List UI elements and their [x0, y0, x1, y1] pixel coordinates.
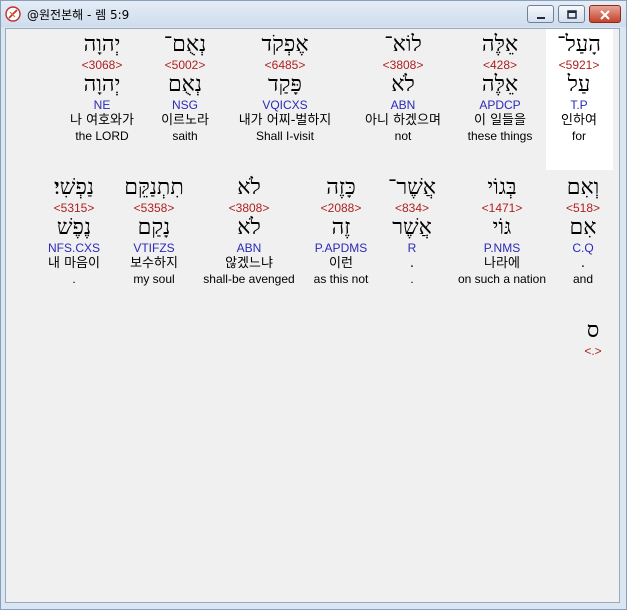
korean-gloss: 이 일들을 — [474, 113, 526, 128]
hebrew-word: לֹא — [237, 175, 261, 200]
strong-number[interactable]: <428> — [450, 58, 550, 72]
hebrew-word: אֶפְקֹד — [261, 32, 309, 57]
strong-number[interactable]: <3068> — [52, 58, 152, 72]
strong-number[interactable]: <.> — [543, 344, 627, 358]
english-gloss: as this not — [313, 272, 369, 286]
app-window: @원전본해 - 렘 5:9 הָעַל־ <5921> עַל T.P 인하여 … — [0, 0, 627, 610]
interlinear-panel[interactable]: הָעַל־ <5921> עַל T.P 인하여 for אֵלֶּה <42… — [5, 28, 620, 603]
morphology: ABN — [390, 98, 416, 112]
hebrew-word: ס — [586, 318, 600, 343]
morphology: NE — [93, 98, 111, 112]
korean-gloss: 나라에 — [484, 256, 520, 271]
korean-gloss: 나 여호와가 — [70, 113, 134, 128]
word-cell[interactable]: כָּזֶה <2088> זֶה P.APDMS 이런 as this not — [291, 175, 391, 286]
english-gloss: shall-be avenged — [203, 272, 295, 286]
close-icon — [600, 5, 610, 24]
word-cell[interactable]: אֶפְקֹד <6485> פָּקַד VQICXS 내가 어찌-벌하지 S… — [235, 32, 335, 143]
strong-number[interactable]: <3808> — [353, 58, 453, 72]
morphology: NFS.CXS — [47, 241, 100, 255]
korean-gloss: 아니 하겠으며 — [365, 113, 441, 128]
lemma: אֵלֶּה — [481, 72, 519, 97]
hebrew-word: אֵלֶּה — [481, 32, 519, 57]
english-gloss: on such a nation — [457, 272, 547, 286]
lemma: לֹא — [237, 215, 261, 240]
morphology: APDCP — [479, 98, 521, 112]
minimize-icon — [536, 5, 546, 24]
title-bar[interactable]: @원전본해 - 렘 5:9 — [1, 1, 626, 27]
english-gloss: not — [394, 129, 412, 143]
window-title: @원전본해 - 렘 5:9 — [27, 8, 130, 22]
morphology: VQICXS — [262, 98, 308, 112]
korean-gloss: 않겠느냐 — [225, 256, 273, 271]
strong-number[interactable]: <6485> — [235, 58, 335, 72]
hebrew-word: בְּגוֹי — [487, 175, 517, 200]
app-icon — [5, 6, 21, 22]
word-cell[interactable]: לוֹא־ <3808> לֹא ABN 아니 하겠으며 not — [353, 32, 453, 143]
word-cell[interactable]: אֵלֶּה <428> אֵלֶּה APDCP 이 일들을 these th… — [450, 32, 550, 143]
word-cell[interactable]: לֹא <3808> לֹא ABN 않겠느냐 shall-be avenged — [199, 175, 299, 286]
lemma: זֶה — [331, 215, 351, 240]
strong-number[interactable]: <3808> — [199, 201, 299, 215]
maximize-button[interactable] — [558, 5, 585, 23]
strong-number[interactable]: <5315> — [24, 201, 124, 215]
korean-gloss: 내가 어찌-벌하지 — [238, 113, 332, 128]
strong-number[interactable]: <1471> — [452, 201, 552, 215]
english-gloss: Shall I-visit — [255, 129, 314, 143]
english-gloss: the LORD — [75, 129, 129, 143]
word-cell[interactable]: בְּגוֹי <1471> גּוֹי P.NMS 나라에 on such a… — [452, 175, 552, 286]
word-cell[interactable]: יְהוָה <3068> יְהוָה NE 나 여호와가 the LORD — [52, 32, 152, 143]
korean-gloss: 내 마음이 — [48, 256, 100, 271]
morphology: P.APDMS — [314, 241, 368, 255]
lemma: יְהוָה — [83, 72, 121, 97]
strong-number[interactable]: <2088> — [291, 201, 391, 215]
english-gloss: these things — [467, 129, 533, 143]
word-cell[interactable]: ס <.> — [543, 318, 627, 358]
hebrew-word: לוֹא־ — [384, 32, 422, 57]
maximize-icon — [566, 5, 577, 24]
close-button[interactable] — [589, 5, 621, 23]
lemma: נֶפֶשׁ — [56, 215, 92, 240]
hebrew-word: נַפְשִׁי׃ — [53, 175, 95, 200]
lemma: פָּקַד — [268, 72, 302, 97]
morphology: ABN — [236, 241, 262, 255]
english-gloss: . — [72, 272, 76, 286]
korean-gloss: 이런 — [329, 256, 353, 271]
lemma: גּוֹי — [492, 215, 512, 240]
hebrew-word: יְהוָה — [83, 32, 121, 57]
minimize-button[interactable] — [527, 5, 554, 23]
lemma: לֹא — [391, 72, 415, 97]
morphology: P.NMS — [483, 241, 521, 255]
word-cell[interactable]: נַפְשִׁי׃ <5315> נֶפֶשׁ NFS.CXS 내 마음이 . — [24, 175, 124, 286]
hebrew-word: כָּזֶה — [326, 175, 356, 200]
